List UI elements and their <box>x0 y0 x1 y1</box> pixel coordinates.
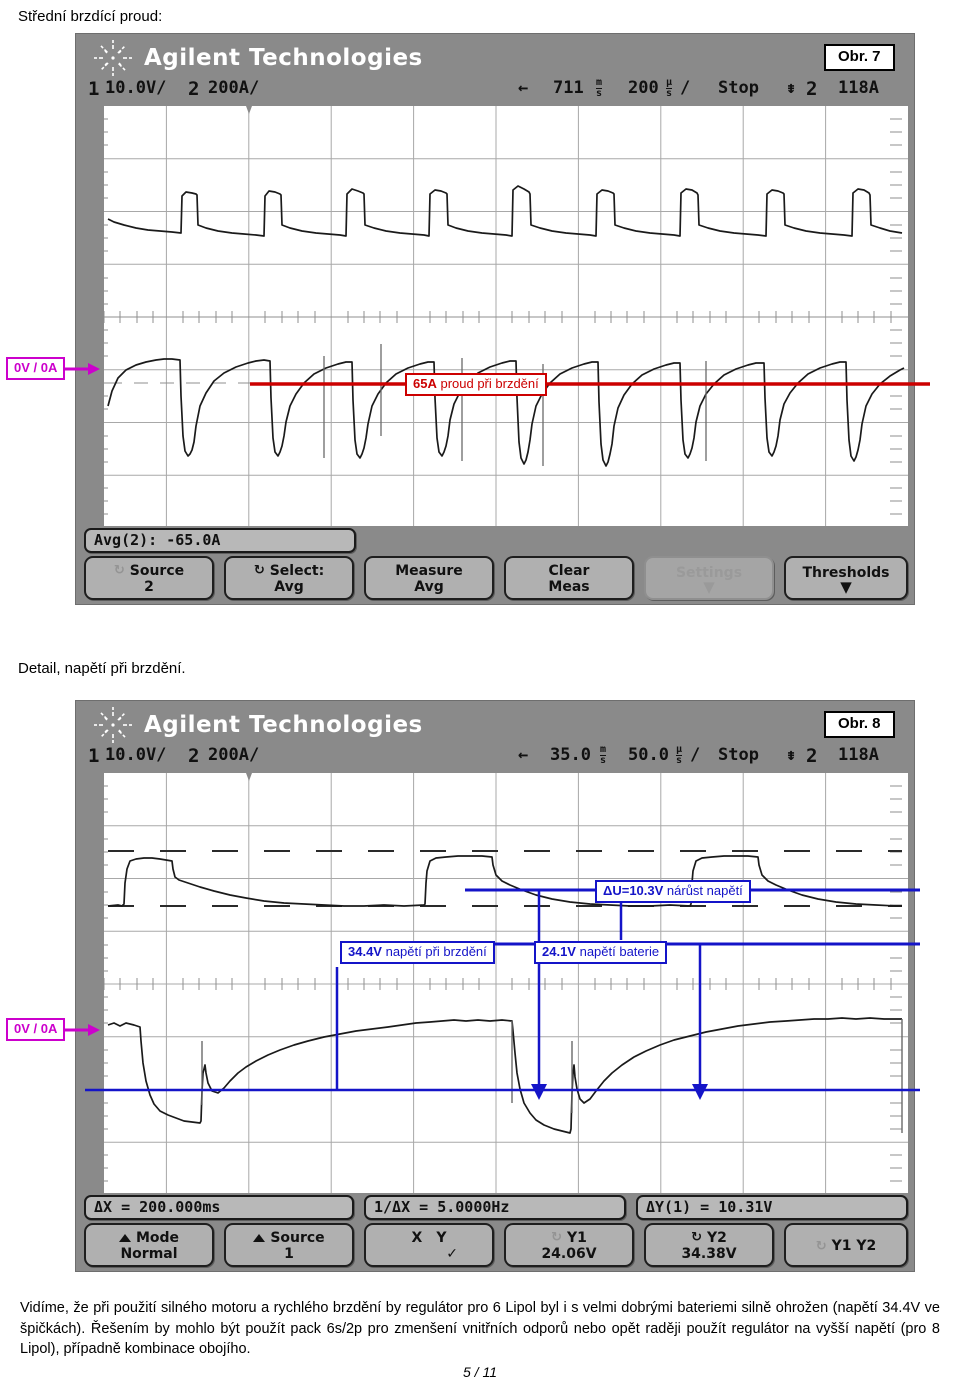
scope2-status-bar: 1 10.0V/ 2 200A/ ← 35.0 m s 50.0 μ s / S… <box>88 745 906 771</box>
scope1-softkey-source-line1: Source <box>129 562 185 579</box>
oscilloscope-screenshot-1: Agilent Technologies 1 10.0V/ 2 200A/ ← … <box>75 33 915 605</box>
scope2-trigger-source[interactable]: 2 <box>806 745 817 767</box>
scope1-trigger-source[interactable]: 2 <box>806 78 817 100</box>
scope1-ch2-scale[interactable]: 200A/ <box>208 78 259 98</box>
scope1-delay-arrow-icon: ← <box>518 78 529 98</box>
scope1-trigger-level[interactable]: 118A <box>838 78 879 98</box>
figure-badge-8: Obr. 8 <box>824 711 895 738</box>
scope2-ch1-label: 1 <box>88 745 100 767</box>
scope1-softkey-settings: Settings ▼ <box>644 556 774 600</box>
scope2-trigger-level[interactable]: 118A <box>838 745 879 765</box>
scope1-delay-unit-num: m <box>596 77 603 88</box>
scope1-timebase-suffix: / <box>680 78 691 98</box>
scope1-zero-ref-text: 0V / 0A <box>14 360 58 375</box>
scope2-delay-value[interactable]: 35.0 <box>550 745 591 765</box>
scope2-ch2-scale[interactable]: 200A/ <box>208 745 259 765</box>
scope1-timebase-unit: μ s <box>666 77 673 99</box>
scope1-softkey-source[interactable]: ↻ Source 2 <box>84 556 214 600</box>
scope1-braking-current-text: proud při brzdění <box>436 376 539 391</box>
arrow-down-icon: ▼ <box>703 578 715 597</box>
scope1-channel-gutter <box>84 106 104 528</box>
scope2-delay-arrow-icon: ← <box>518 745 529 765</box>
scope1-current-level-line <box>250 381 930 387</box>
figure-badge-7: Obr. 7 <box>824 44 895 71</box>
scope2-zero-ref-arrow <box>60 1023 100 1037</box>
scope1-timebase-unit-num: μ <box>666 77 673 88</box>
agilent-spark-icon <box>90 38 136 78</box>
scope1-zero-ref-arrow <box>60 362 100 376</box>
scope2-battery-voltage-label: 24.1V napětí baterie <box>534 941 668 964</box>
scope2-trigger-icon: ⇟ <box>786 745 797 765</box>
scope1-softkey-select-line2: Avg <box>274 579 304 595</box>
document-page: Střední brzdící proud: Agilent Technolog… <box>0 0 960 1388</box>
scope1-delay-unit: m s <box>596 77 603 99</box>
scope1-ch1-label: 1 <box>88 78 100 100</box>
scope2-ch2-label: 2 <box>188 745 200 767</box>
agilent-brand-text: Agilent Technologies <box>144 45 423 71</box>
knob-icon: ↻ <box>113 563 125 579</box>
scope1-timebase-unit-den: s <box>666 87 673 99</box>
scope1-delay-unit-den: s <box>596 87 603 99</box>
scope2-zero-ref-text: 0V / 0A <box>14 1021 58 1036</box>
scope1-softkey-measure[interactable]: Measure Avg <box>364 556 494 600</box>
knob-icon: ↻ <box>253 563 265 579</box>
scope1-run-state[interactable]: Stop <box>718 78 759 98</box>
agilent-brand-text: Agilent Technologies <box>144 712 423 738</box>
scope1-softkey-select[interactable]: ↻ Select: Avg <box>224 556 354 600</box>
scope2-brake-voltage-value: 34.4V <box>348 944 382 959</box>
body-paragraph: Vidíme, že při použití silného motoru a … <box>20 1300 940 1358</box>
scope2-timebase-value[interactable]: 50.0 <box>628 745 669 765</box>
scope1-ch1-scale[interactable]: 10.0V/ <box>105 78 166 98</box>
scope1-braking-current-value: 65A <box>413 376 437 391</box>
agilent-spark-icon <box>90 705 136 745</box>
scope1-softkey-clear-line1: Clear <box>548 562 590 579</box>
scope2-run-state[interactable]: Stop <box>718 745 759 765</box>
caption-middle: Detail, napětí při brzdění. <box>18 660 186 677</box>
scope2-battery-voltage-value: 24.1V <box>542 944 576 959</box>
scope1-measurement-readout: Avg(2): -65.0A <box>84 528 356 553</box>
scope2-timebase-unit: μ s <box>676 744 683 766</box>
scope1-braking-current-label: 65A proud při brzdění <box>405 373 547 396</box>
scope1-softkey-measure-line2: Avg <box>414 579 444 595</box>
scope1-softkey-thresholds[interactable]: Thresholds ▼ <box>784 556 908 600</box>
scope1-zero-reference-label: 0V / 0A <box>6 357 66 380</box>
scope1-graticule: T▸ 2 ⇒ ≡ <box>84 106 908 528</box>
scope1-status-bar: 1 10.0V/ 2 200A/ ← 711 m s 200 μ s / Sto… <box>88 78 906 104</box>
agilent-logo: Agilent Technologies <box>90 38 423 78</box>
scope2-ch1-scale[interactable]: 10.0V/ <box>105 745 166 765</box>
arrow-down-icon: ▼ <box>840 578 852 597</box>
scope2-battery-voltage-text: napětí baterie <box>575 944 660 959</box>
agilent-logo: Agilent Technologies <box>90 705 423 745</box>
scope1-softkey-bar: Avg(2): -65.0A ↻ Source 2 ↻ Select: Avg … <box>76 526 914 604</box>
scope1-softkey-measure-line1: Measure <box>395 562 463 579</box>
scope2-timebase-unit-den: s <box>676 754 683 766</box>
scope1-header: Agilent Technologies 1 10.0V/ 2 200A/ ← … <box>76 34 914 106</box>
scope1-timebase-value[interactable]: 200 <box>628 78 659 98</box>
scope2-timebase-unit-num: μ <box>676 744 683 755</box>
scope2-delay-unit: m s <box>600 744 607 766</box>
scope2-brake-voltage-label: 34.4V napětí při brzdění <box>340 941 495 964</box>
scope1-softkey-clear-line2: Meas <box>548 579 590 595</box>
scope1-ch2-label: 2 <box>188 78 200 100</box>
scope1-delay-value[interactable]: 711 <box>553 78 584 98</box>
scope1-trigger-icon: ⇟ <box>786 78 797 98</box>
page-number: 5 / 11 <box>463 1364 497 1380</box>
scope2-delta-u-label: ΔU=10.3V nárůst napětí <box>595 880 751 903</box>
scope2-header: Agilent Technologies 1 10.0V/ 2 200A/ ← … <box>76 701 914 773</box>
scope2-annotation-overlay <box>75 772 935 1272</box>
scope2-timebase-suffix: / <box>690 745 701 765</box>
scope1-grid-and-traces <box>84 106 908 528</box>
scope2-delay-unit-den: s <box>600 754 607 766</box>
scope1-softkey-select-line1: Select: <box>269 562 325 579</box>
scope1-softkey-clear-meas[interactable]: Clear Meas <box>504 556 634 600</box>
scope2-delta-u-text: nárůst napětí <box>663 883 743 898</box>
caption-top: Střední brzdící proud: <box>18 8 163 25</box>
scope2-delta-u-value: ΔU=10.3V <box>603 883 664 898</box>
scope1-softkey-source-line2: 2 <box>144 579 154 595</box>
scope2-delay-unit-num: m <box>600 744 607 755</box>
scope2-zero-reference-label: 0V / 0A <box>6 1018 66 1041</box>
scope2-brake-voltage-text: napětí při brzdění <box>381 944 487 959</box>
